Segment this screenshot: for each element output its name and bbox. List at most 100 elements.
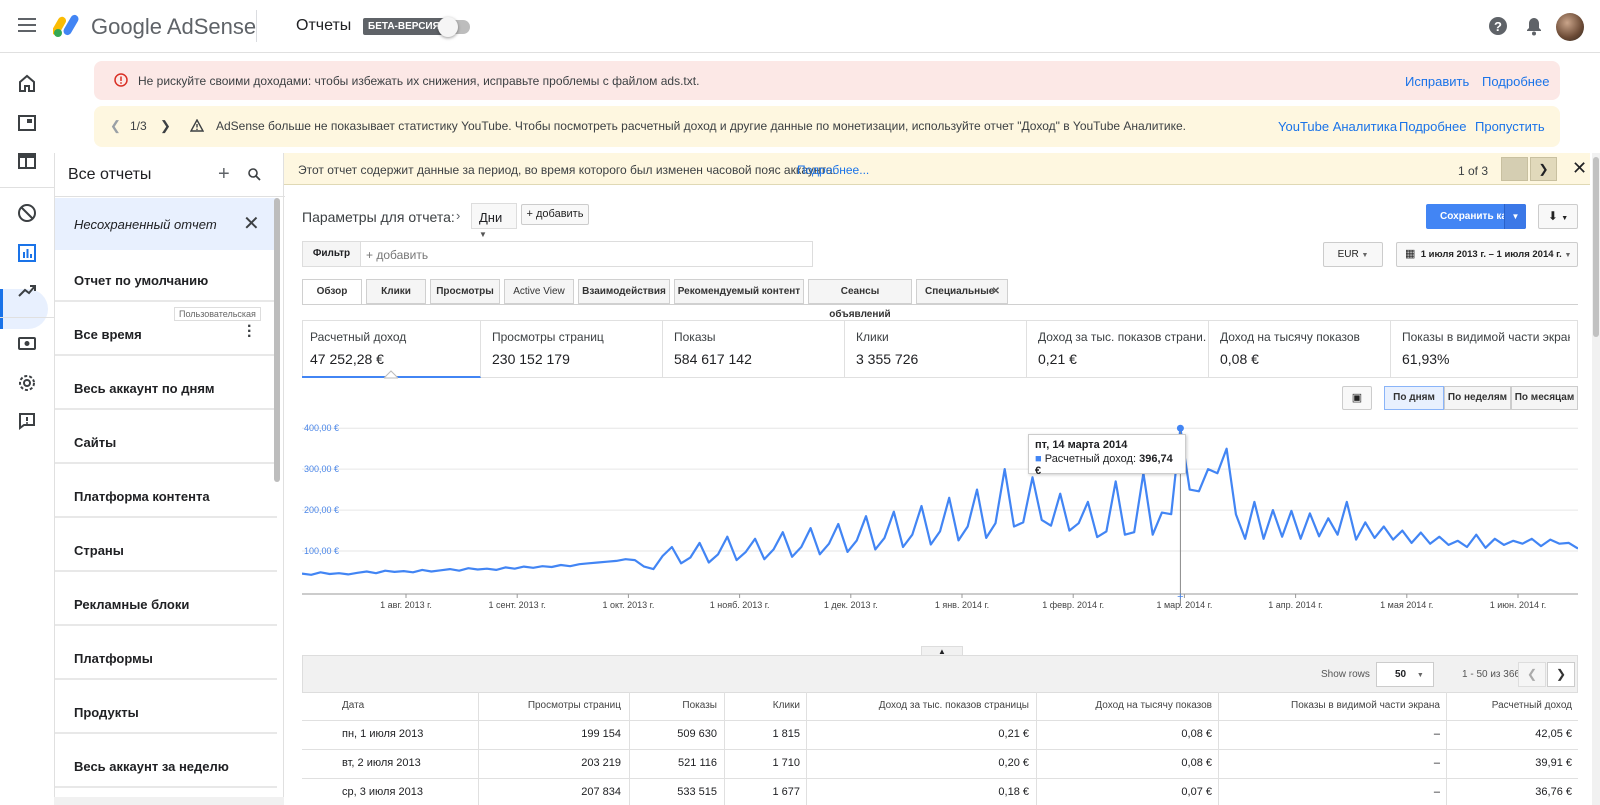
tab-views[interactable]: Просмотры bbox=[430, 279, 500, 304]
y-tick-label: 200,00 € bbox=[304, 505, 339, 515]
annotations-button[interactable]: ▣ bbox=[1342, 386, 1372, 410]
metric-page-views[interactable]: Просмотры страниц 230 152 179 bbox=[484, 320, 663, 378]
report-item-ad-units[interactable]: Рекламные блоки bbox=[55, 580, 277, 626]
tab-custom[interactable]: Специальные ✕ bbox=[916, 279, 1008, 304]
metric-clicks[interactable]: Клики 3 355 726 bbox=[848, 320, 1027, 378]
report-item-platforms[interactable]: Платформы bbox=[55, 634, 277, 680]
notice-prev-button[interactable] bbox=[1501, 157, 1528, 181]
panel-title: Все отчеты bbox=[68, 166, 152, 183]
period-daily[interactable]: По дням bbox=[1384, 386, 1444, 410]
add-icon[interactable]: + bbox=[218, 163, 230, 186]
prev-page-button[interactable]: ❮ bbox=[1518, 662, 1546, 687]
search-icon[interactable] bbox=[248, 168, 261, 181]
beta-toggle[interactable] bbox=[438, 17, 470, 37]
column-header-page-views[interactable]: Просмотры страниц bbox=[478, 700, 621, 711]
params-label: Параметры для отчета: bbox=[302, 209, 455, 225]
fix-link[interactable]: Исправить bbox=[1405, 74, 1469, 89]
column-header-page-rpm[interactable]: Доход за тыс. показов страницы bbox=[806, 700, 1029, 711]
column-header-impression-rpm[interactable]: Доход на тысячу показов bbox=[1036, 700, 1212, 711]
tab-overview[interactable]: Обзор bbox=[302, 279, 362, 305]
ads-txt-error-banner: Не рискуйте своими доходами: чтобы избеж… bbox=[94, 61, 1560, 100]
tab-recommended-content[interactable]: Рекомендуемый контент bbox=[674, 279, 804, 304]
period-monthly[interactable]: По месяцам bbox=[1511, 386, 1578, 410]
tab-ad-sessions[interactable]: Сеансы объявлений bbox=[808, 279, 912, 320]
chevron-left-icon[interactable]: ❮ bbox=[110, 118, 121, 134]
notice-more-link[interactable]: Подробнее... bbox=[797, 163, 869, 177]
menu-icon[interactable] bbox=[18, 18, 36, 32]
table-cell: 199 154 bbox=[581, 728, 621, 740]
download-button[interactable]: ⬇ ▼ bbox=[1538, 204, 1578, 229]
report-item-content-platform[interactable]: Платформа контента bbox=[55, 472, 277, 518]
report-item-sites[interactable]: Сайты bbox=[55, 418, 277, 464]
close-icon[interactable]: ✕ bbox=[243, 211, 260, 236]
period-weekly[interactable]: По неделям bbox=[1444, 386, 1511, 410]
block-icon[interactable] bbox=[15, 201, 39, 225]
optimization-icon[interactable] bbox=[15, 279, 39, 303]
skip-link[interactable]: Пропустить bbox=[1475, 119, 1545, 134]
panel-footer bbox=[54, 797, 284, 805]
home-icon[interactable] bbox=[15, 71, 39, 95]
report-item-account-weekly[interactable]: Весь аккаунт за неделю bbox=[55, 742, 277, 788]
dimension-select[interactable]: Дни ▼ bbox=[471, 203, 517, 239]
main-scrollbar[interactable] bbox=[1593, 157, 1599, 337]
date-range-select[interactable]: ▦ 1 июля 2013 г. – 1 июля 2014 г. ▼ bbox=[1396, 242, 1578, 267]
dropdown-icon: ▼ bbox=[1416, 672, 1424, 679]
hover-point bbox=[1176, 424, 1184, 432]
report-item-products[interactable]: Продукты bbox=[55, 688, 277, 734]
revenue-line-chart[interactable]: 100,00 € 200,00 € 300,00 € 400,00 € 1 авг. 2… bbox=[302, 416, 1578, 638]
metric-active-view[interactable]: Показы в видимой части экрана 61,93% bbox=[1394, 320, 1578, 378]
metric-page-rpm[interactable]: Доход за тыс. показов страни... 0,21 € bbox=[1030, 320, 1209, 378]
metric-impressions[interactable]: Показы 584 617 142 bbox=[666, 320, 845, 378]
avatar[interactable] bbox=[1556, 13, 1584, 41]
youtube-analytics-link[interactable]: YouTube Аналитика bbox=[1278, 119, 1397, 134]
tab-active-view[interactable]: Active View bbox=[504, 279, 574, 304]
table-cell: ср, 3 июля 2013 bbox=[342, 786, 423, 798]
beta-badge: БЕТА-ВЕРСИЯ bbox=[363, 18, 445, 35]
settings-icon[interactable] bbox=[15, 371, 39, 395]
page-title: Отчеты bbox=[296, 17, 352, 34]
save-as-dropdown-button[interactable]: ▼ bbox=[1504, 204, 1526, 229]
tab-interactions[interactable]: Взаимодействия bbox=[578, 279, 670, 304]
notice-next-button[interactable]: ❯ bbox=[1530, 157, 1557, 181]
report-item-account-daily[interactable]: Весь аккаунт по дням bbox=[55, 364, 277, 410]
tab-clicks[interactable]: Клики bbox=[366, 279, 426, 304]
table-cell: 521 116 bbox=[678, 757, 717, 769]
panel-scrollbar[interactable] bbox=[274, 198, 280, 482]
close-icon[interactable]: ✕ bbox=[1572, 158, 1587, 179]
rows-per-page-select[interactable]: 50 ▼ bbox=[1376, 662, 1434, 687]
banner-pager: 1/3 bbox=[130, 119, 147, 133]
add-dimension-button[interactable]: + добавить bbox=[521, 204, 589, 225]
column-header-active-view[interactable]: Показы в видимой части экрана bbox=[1218, 700, 1440, 711]
sites-icon[interactable] bbox=[15, 111, 39, 135]
column-header-clicks[interactable]: Клики bbox=[724, 700, 800, 711]
feedback-icon[interactable] bbox=[15, 409, 39, 433]
learn-more-link[interactable]: Подробнее bbox=[1482, 74, 1549, 89]
notifications-icon[interactable] bbox=[1522, 14, 1546, 38]
unsaved-report-item[interactable]: Несохраненный отчет ✕ bbox=[55, 198, 277, 250]
next-page-button[interactable]: ❯ bbox=[1547, 662, 1575, 687]
report-item-countries[interactable]: Страны bbox=[55, 526, 277, 572]
help-icon[interactable]: ? bbox=[1486, 14, 1510, 38]
payments-icon[interactable] bbox=[15, 331, 39, 355]
y-tick-label: 100,00 € bbox=[304, 546, 339, 556]
logo-text: Google AdSense bbox=[91, 14, 257, 39]
metric-impression-rpm[interactable]: Доход на тысячу показов 0,08 € bbox=[1212, 320, 1391, 378]
learn-more-link[interactable]: Подробнее bbox=[1399, 119, 1466, 134]
reports-icon[interactable] bbox=[15, 241, 39, 265]
close-icon[interactable]: ✕ bbox=[992, 280, 1000, 303]
table-cell: 1 677 bbox=[772, 786, 800, 798]
table-cell: 42,05 € bbox=[1535, 728, 1572, 740]
report-item-default[interactable]: Отчет по умолчанию bbox=[55, 256, 277, 302]
chevron-right-icon[interactable]: ❯ bbox=[160, 118, 171, 134]
column-header-date[interactable]: Дата bbox=[342, 700, 364, 711]
x-tick-label: 1 окт. 2013 г. bbox=[602, 600, 654, 610]
more-vert-icon[interactable]: · · · bbox=[247, 319, 252, 345]
ads-icon[interactable] bbox=[15, 149, 39, 173]
youtube-text: AdSense больше не показывает статистику … bbox=[216, 119, 1187, 133]
column-header-impressions[interactable]: Показы bbox=[629, 700, 717, 711]
currency-select[interactable]: EUR ▼ bbox=[1323, 242, 1383, 267]
table-cell: 533 515 bbox=[677, 786, 717, 798]
nav-rail bbox=[0, 53, 54, 805]
column-header-revenue[interactable]: Расчетный доход bbox=[1446, 700, 1572, 711]
filter-input[interactable]: + добавить bbox=[361, 241, 813, 267]
